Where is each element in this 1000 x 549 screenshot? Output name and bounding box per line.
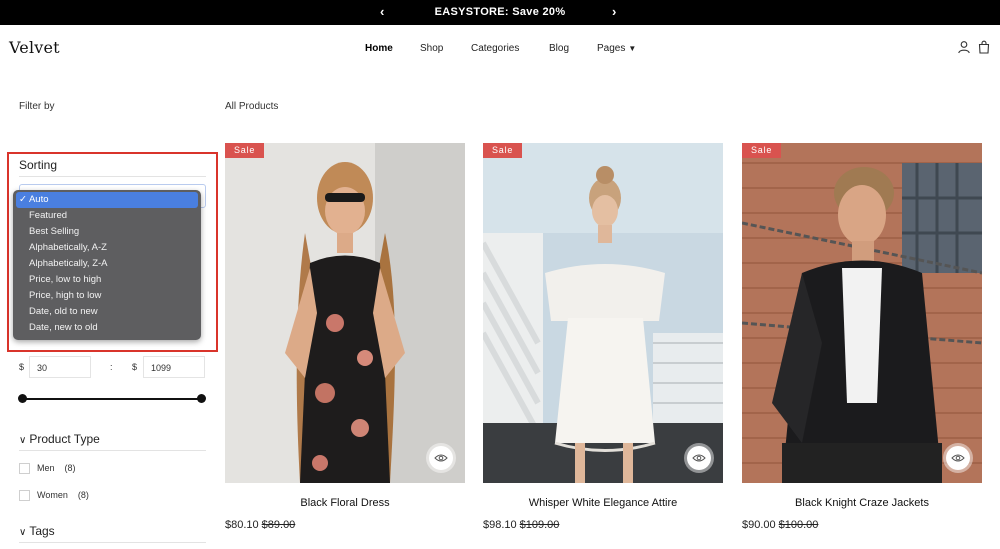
quick-view-eye-icon[interactable] [429,446,453,470]
price-slider-max-handle[interactable] [197,394,206,403]
filter-option-label: Men [37,463,55,473]
price-min-input[interactable]: 30 [29,356,91,378]
sale-price: $98.10 [483,519,517,531]
announcement-text: EASYSTORE: Save 20% [434,6,566,18]
shopping-bag-icon[interactable] [977,40,991,54]
price-separator: : [110,362,113,372]
compare-price: $89.00 [261,519,296,531]
sale-badge: Sale [225,143,265,158]
filter-option-label: Women [37,490,68,500]
sale-price: $90.00 [742,519,776,531]
sort-option-label: Auto [28,194,49,205]
nav-home[interactable]: Home [365,43,393,54]
divider [19,542,206,543]
tags-title: Tags [29,524,55,538]
sort-option-date-new-old[interactable]: Date, new to old [16,320,198,336]
product-name[interactable]: Black Floral Dress [225,497,465,509]
filter-option-count: (8) [77,490,89,500]
checkbox[interactable] [19,463,30,475]
sale-badge: Sale [742,143,782,158]
page-title: All Products [225,101,279,112]
nav-shop[interactable]: Shop [420,43,443,54]
chevron-down-icon: ∨ [19,435,27,446]
divider [19,450,206,451]
compare-price: $109.00 [519,519,560,531]
product-name[interactable]: Whisper White Elegance Attire [483,497,723,509]
product-type-toggle[interactable]: ∨ Product Type [19,432,100,446]
filter-by-label: Filter by [19,101,55,112]
price-slider-min-handle[interactable] [18,394,27,403]
sort-option-featured[interactable]: Featured [16,208,198,224]
nav-pages[interactable]: Pages ▼ [597,43,636,54]
store-logo[interactable]: Velvet [9,38,60,57]
filter-option-men[interactable]: Men (8) [19,463,76,475]
sale-badge: Sale [483,143,523,158]
filter-option-women[interactable]: Women (8) [19,490,89,502]
announcement-bar: ‹ EASYSTORE: Save 20% › [0,0,1000,25]
product-image[interactable] [742,143,982,483]
sort-option-auto[interactable]: ✓ Auto [16,192,198,208]
product-price: $80.10 $89.00 [225,519,295,531]
checkmark-icon: ✓ [19,194,27,205]
nav-categories[interactable]: Categories [471,43,519,54]
price-max-input[interactable]: 1099 [143,356,205,378]
nav-blog[interactable]: Blog [549,43,569,54]
checkbox[interactable] [19,490,30,502]
product-price: $90.00 $100.00 [742,519,818,531]
tags-toggle[interactable]: ∨ Tags [19,524,55,538]
chevron-down-icon: ▼ [628,44,637,53]
sort-option-price-high-low[interactable]: Price, high to low [16,288,198,304]
sort-option-alpha-az[interactable]: Alphabetically, A-Z [16,240,198,256]
user-icon[interactable] [957,40,971,54]
compare-price: $100.00 [778,519,819,531]
sort-option-alpha-za[interactable]: Alphabetically, Z-A [16,256,198,272]
chevron-down-icon: ∨ [19,527,27,538]
price-slider-track[interactable] [21,398,202,400]
sorting-title: Sorting [19,158,58,172]
quick-view-eye-icon[interactable] [687,446,711,470]
quick-view-eye-icon[interactable] [946,446,970,470]
sort-option-best-selling[interactable]: Best Selling [16,224,198,240]
nav-pages-label: Pages [597,43,626,54]
sale-price: $80.10 [225,519,259,531]
product-image[interactable] [483,143,723,483]
divider [19,176,206,177]
product-price: $98.10 $109.00 [483,519,559,531]
product-name[interactable]: Black Knight Craze Jackets [742,497,982,509]
currency-symbol: $ [19,362,25,372]
chevron-right-icon[interactable]: › [612,4,616,20]
sort-dropdown-menu[interactable]: ✓ Auto Featured Best Selling Alphabetical… [13,190,201,340]
filter-option-count: (8) [64,463,76,473]
sort-option-date-old-new[interactable]: Date, old to new [16,304,198,320]
product-type-title: Product Type [29,432,100,446]
sort-option-price-low-high[interactable]: Price, low to high [16,272,198,288]
currency-symbol: $ [132,362,138,372]
product-image[interactable] [225,143,465,483]
